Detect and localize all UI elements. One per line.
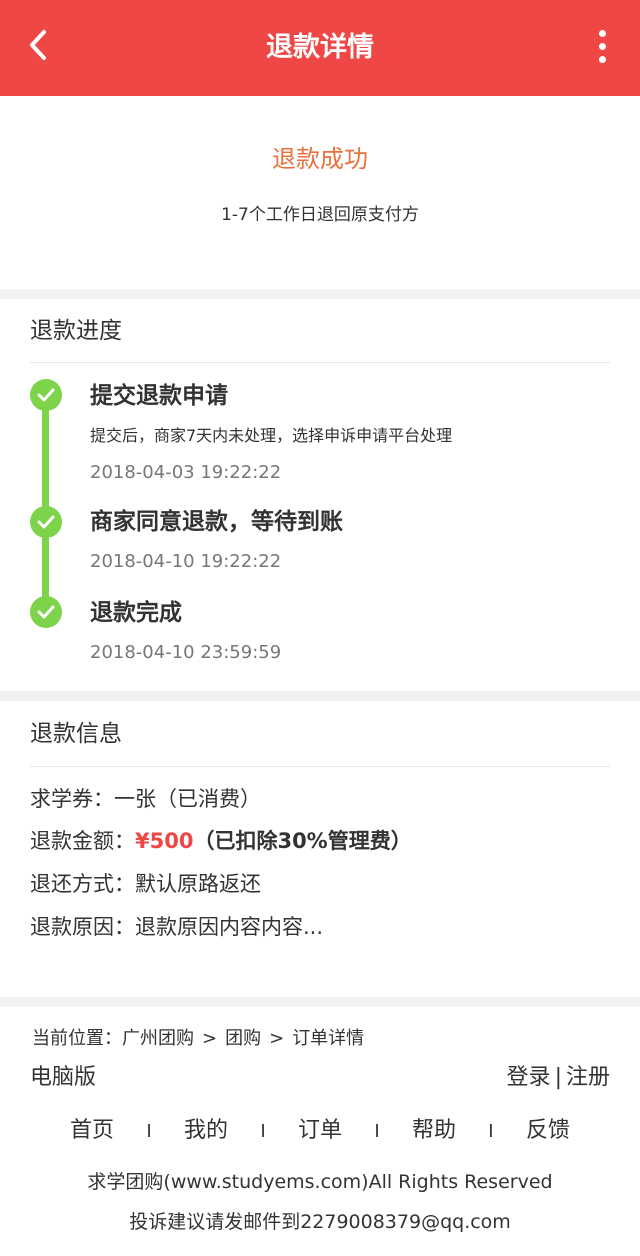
refund-info-card: 退款信息 求学券：一张（已消费） 退款金额：¥500（已扣除30%管理费） 退还… xyxy=(0,701,640,997)
reason-row: 退款原因：退款原因内容内容... xyxy=(30,912,323,942)
voucher-value: 一张（已消费） xyxy=(114,787,261,811)
amount-label: 退款金额： xyxy=(30,829,135,853)
page-title: 退款详情 xyxy=(266,32,374,63)
voucher-label: 求学券： xyxy=(30,787,114,811)
breadcrumb-label: 当前位置： xyxy=(32,1028,122,1049)
step-description: 提交后，商家7天内未处理，选择申诉申请平台处理 xyxy=(90,426,453,445)
voucher-row: 求学券：一张（已消费） xyxy=(30,784,261,814)
step-title: 商家同意退款，等待到账 xyxy=(90,509,343,535)
more-vertical-icon xyxy=(594,30,610,63)
method-label: 退还方式： xyxy=(30,872,135,896)
check-icon xyxy=(30,379,62,411)
auth-separator: | xyxy=(554,1065,562,1090)
breadcrumb-item-current: 订单详情 xyxy=(292,1028,365,1049)
refund-amount: ¥500 xyxy=(135,829,194,853)
reason-value: 退款原因内容内容... xyxy=(135,915,324,939)
step-title: 退款完成 xyxy=(90,600,182,626)
nav-separator: I xyxy=(260,1120,266,1142)
nav-separator: I xyxy=(488,1120,494,1142)
footer-nav-home[interactable]: 首页 xyxy=(70,1116,114,1146)
footer-nav-orders[interactable]: 订单 xyxy=(298,1116,342,1146)
refund-status-title: 退款成功 xyxy=(272,145,368,173)
breadcrumb-separator: > xyxy=(202,1028,218,1049)
pc-version-link[interactable]: 电脑版 xyxy=(30,1063,96,1093)
check-icon xyxy=(30,506,62,538)
more-menu-button[interactable] xyxy=(594,30,610,66)
footer-nav-help[interactable]: 帮助 xyxy=(412,1116,456,1146)
app-header: 退款详情 xyxy=(0,0,640,96)
breadcrumb-item-guangzhou[interactable]: 广州团购 xyxy=(122,1028,194,1049)
info-section-title: 退款信息 xyxy=(30,721,122,747)
refund-status-card: 退款成功 1-7个工作日退回原支付方 xyxy=(0,96,640,289)
footer-nav-feedback[interactable]: 反馈 xyxy=(526,1116,570,1146)
progress-section-title: 退款进度 xyxy=(30,318,122,344)
breadcrumb-item-group-buy[interactable]: 团购 xyxy=(225,1028,261,1049)
page-footer: 当前位置：广州团购 > 团购 > 订单详情 电脑版 登录 | 注册 首页 I 我的 I 订单… xyxy=(0,1007,640,1256)
footer-nav: 首页 I 我的 I 订单 I 帮助 I 反馈 xyxy=(70,1116,570,1146)
timeline-line xyxy=(42,395,49,615)
step-title: 提交退款申请 xyxy=(90,383,228,409)
amount-note: （已扣除30%管理费） xyxy=(193,829,412,853)
refund-progress-card: 退款进度 提交退款申请 提交后，商家7天内未处理，选择申诉申请平台处理 2018… xyxy=(0,299,640,691)
divider xyxy=(30,766,610,767)
contact-text: 投诉建议请发邮件到2279008379@qq.com xyxy=(129,1211,511,1233)
nav-separator: I xyxy=(374,1120,380,1142)
refund-status-subtitle: 1-7个工作日退回原支付方 xyxy=(221,205,419,225)
login-link[interactable]: 登录 xyxy=(507,1065,551,1090)
reason-label: 退款原因： xyxy=(30,915,135,939)
method-row: 退还方式：默认原路返还 xyxy=(30,869,261,899)
breadcrumb: 当前位置：广州团购 > 团购 > 订单详情 xyxy=(32,1026,364,1052)
step-time: 2018-04-10 19:22:22 xyxy=(90,551,282,572)
check-icon xyxy=(30,596,62,628)
amount-row: 退款金额：¥500（已扣除30%管理费） xyxy=(30,826,412,856)
register-link[interactable]: 注册 xyxy=(566,1065,610,1090)
step-time: 2018-04-10 23:59:59 xyxy=(90,642,282,663)
divider xyxy=(30,362,610,363)
copyright-text: 求学团购(www.studyems.com)All Rights Reserve… xyxy=(87,1171,553,1193)
footer-nav-mine[interactable]: 我的 xyxy=(184,1116,228,1146)
step-time: 2018-04-03 19:22:22 xyxy=(90,462,282,483)
auth-links: 登录 | 注册 xyxy=(507,1063,610,1093)
nav-separator: I xyxy=(146,1120,152,1142)
breadcrumb-separator: > xyxy=(269,1028,285,1049)
method-value: 默认原路返还 xyxy=(135,872,261,896)
